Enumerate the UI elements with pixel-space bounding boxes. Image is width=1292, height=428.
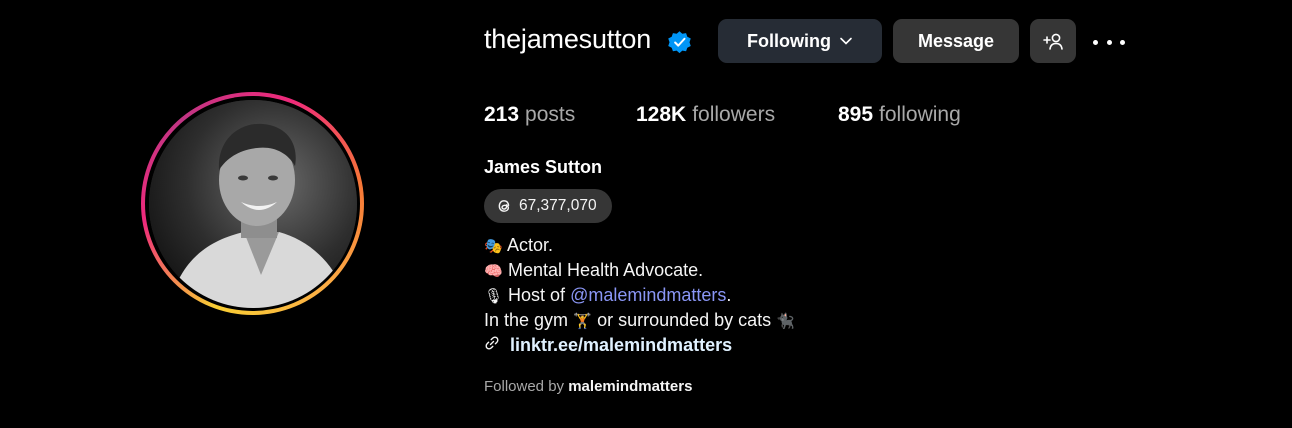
- bio-line-host: 🎙 Host of @malemindmatters.: [484, 283, 795, 308]
- weightlifter-icon: 🏋: [573, 313, 592, 330]
- more-horizontal-icon-dot: [1120, 39, 1125, 45]
- avatar-photo-icon: [148, 99, 357, 308]
- avatar-story-ring[interactable]: [141, 92, 364, 315]
- posts-label: posts: [525, 103, 576, 126]
- followers-count: 128K: [636, 103, 687, 126]
- bio-line-actor: 🎭 Actor.: [484, 233, 795, 258]
- bio-text: Actor.: [507, 235, 554, 255]
- following-count: 895: [838, 103, 874, 126]
- black-cat-icon: 🐈‍⬛: [776, 313, 795, 330]
- bio-link[interactable]: linktr.ee/malemindmatters: [484, 333, 795, 358]
- posts-stat: 213 posts: [484, 103, 575, 127]
- following-stat[interactable]: 895 following: [838, 103, 961, 127]
- followers-stat[interactable]: 128K followers: [636, 103, 775, 127]
- followed-by-user[interactable]: malemindmatters: [568, 378, 692, 395]
- brain-icon: 🧠: [484, 263, 503, 280]
- bio-line-advocate: 🧠 Mental Health Advocate.: [484, 258, 795, 283]
- bio-text: Host of: [508, 285, 566, 305]
- bio-text: or surrounded by cats: [597, 310, 772, 330]
- bio-text: In the gym: [484, 310, 569, 330]
- more-horizontal-icon-dot: [1093, 39, 1098, 45]
- verified-badge-icon: [668, 31, 691, 54]
- following-button-label: Following: [747, 30, 831, 51]
- threads-count: 67,377,070: [519, 197, 597, 214]
- microphone-icon: 🎙: [484, 288, 504, 305]
- message-button[interactable]: Message: [893, 19, 1019, 63]
- chevron-down-icon: [840, 37, 852, 45]
- add-user-icon: [1043, 33, 1063, 50]
- more-options-button[interactable]: [1093, 32, 1125, 52]
- following-button[interactable]: Following: [718, 19, 882, 63]
- bio-line-gym: In the gym 🏋 or surrounded by cats 🐈‍⬛: [484, 308, 795, 333]
- posts-count: 213: [484, 103, 520, 126]
- mention-link[interactable]: @malemindmatters: [570, 285, 726, 305]
- followers-label: followers: [692, 103, 776, 126]
- avatar-ring-gap: [145, 96, 360, 311]
- profile-full-name: James Sutton: [484, 157, 603, 177]
- threads-icon: [498, 200, 510, 212]
- add-user-button[interactable]: [1030, 19, 1076, 63]
- bio-link-text[interactable]: linktr.ee/malemindmatters: [510, 335, 732, 355]
- bio: 🎭 Actor. 🧠 Mental Health Advocate. 🎙 Hos…: [484, 233, 795, 358]
- followed-by-prefix: Followed by: [484, 378, 565, 395]
- bio-text: Mental Health Advocate.: [508, 260, 704, 280]
- profile-username: thejamesutton: [484, 24, 652, 54]
- message-button-label: Message: [917, 30, 995, 51]
- link-icon: [484, 333, 510, 358]
- avatar[interactable]: [148, 99, 357, 308]
- followed-by[interactable]: Followed by malemindmatters: [484, 378, 692, 395]
- more-horizontal-icon-dot: [1106, 39, 1112, 45]
- bio-text: .: [726, 285, 732, 305]
- theater-masks-icon: 🎭: [484, 238, 503, 255]
- threads-badge[interactable]: 67,377,070: [484, 189, 612, 223]
- following-label: following: [879, 103, 961, 126]
